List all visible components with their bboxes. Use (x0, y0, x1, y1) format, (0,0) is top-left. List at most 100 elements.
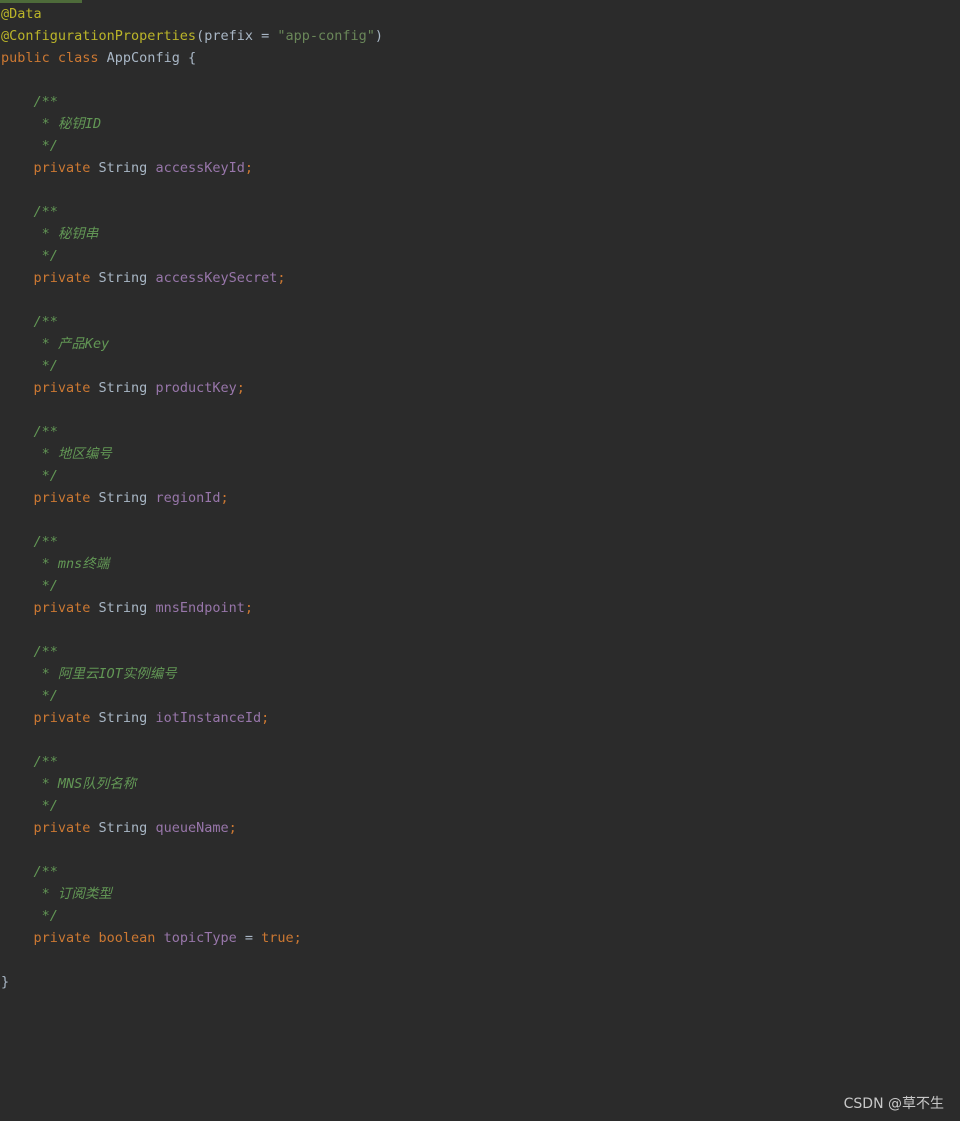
code-token-field: productKey (155, 380, 237, 396)
code-line[interactable]: */ (1, 575, 383, 597)
code-line[interactable]: */ (1, 245, 383, 267)
code-line[interactable]: * 秘钥串 (1, 223, 383, 245)
code-line[interactable] (1, 729, 383, 751)
code-line[interactable]: private boolean topicType = true; (1, 927, 383, 949)
code-token-semicolon: ; (244, 600, 253, 616)
code-line[interactable]: */ (1, 355, 383, 377)
code-line[interactable]: * 秘钥ID (1, 113, 383, 135)
code-line[interactable] (1, 619, 383, 641)
code-token-comment: */ (1, 138, 58, 154)
code-token-comment: */ (1, 248, 58, 264)
code-token-plain: = (236, 930, 262, 946)
code-line[interactable]: */ (1, 135, 383, 157)
code-token-field: mnsEndpoint (155, 600, 245, 616)
code-token-keyword: private (1, 160, 99, 176)
code-line[interactable] (1, 509, 383, 531)
code-line[interactable]: /** (1, 641, 383, 663)
code-token-comment: /** (1, 424, 58, 440)
code-token-plain: ) (374, 28, 384, 44)
code-line[interactable] (1, 949, 383, 971)
code-token-field: topicType (163, 930, 237, 946)
code-line[interactable] (1, 179, 383, 201)
code-line[interactable]: */ (1, 685, 383, 707)
code-line[interactable] (1, 289, 383, 311)
code-token-comment: * mns终端 (1, 556, 110, 572)
code-line[interactable]: } (1, 971, 383, 993)
code-token-comment: */ (1, 578, 58, 594)
code-line[interactable]: /** (1, 751, 383, 773)
watermark: CSDN @草不生 (843, 1096, 944, 1112)
code-token-keyword: private (1, 820, 99, 836)
code-line[interactable]: */ (1, 905, 383, 927)
code-token-keyword: true (261, 930, 294, 946)
code-token-comment: * 阿里云IOT实例编号 (1, 666, 177, 682)
code-line[interactable] (1, 69, 383, 91)
code-token-comment: * MNS队列名称 (1, 776, 137, 792)
code-line[interactable]: private String queueName; (1, 817, 383, 839)
code-line[interactable]: private String regionId; (1, 487, 383, 509)
code-token-comment: */ (1, 798, 58, 814)
code-token-comment: /** (1, 94, 58, 110)
code-token-keyword: private boolean (1, 930, 164, 946)
code-token-comment: */ (1, 468, 58, 484)
code-line[interactable]: */ (1, 465, 383, 487)
code-line[interactable]: /** (1, 311, 383, 333)
code-line[interactable]: public class AppConfig { (1, 47, 383, 69)
code-token-comment: * 订阅类型 (1, 886, 112, 902)
code-token-comment: /** (1, 314, 58, 330)
code-token-field: queueName (155, 820, 229, 836)
code-editor[interactable]: @Data @ConfigurationProperties(prefix = "… (0, 0, 960, 1121)
code-token-plain: String (98, 600, 156, 616)
code-token-plain: String (98, 490, 156, 506)
code-token-annotation: @ConfigurationProperties (1, 28, 197, 44)
code-line[interactable]: /** (1, 201, 383, 223)
code-line[interactable]: private String iotInstanceId; (1, 707, 383, 729)
code-line[interactable]: * 产品Key (1, 333, 383, 355)
code-token-keyword: private (1, 710, 99, 726)
code-token-plain: String (98, 710, 156, 726)
code-line[interactable]: /** (1, 421, 383, 443)
code-token-comment: /** (1, 534, 58, 550)
code-token-keyword: private (1, 380, 99, 396)
code-token-field: accessKeyId (155, 160, 245, 176)
code-line[interactable] (1, 399, 383, 421)
code-token-semicolon: ; (293, 930, 302, 946)
code-token-comment: * 产品Key (1, 336, 110, 352)
code-token-field: accessKeySecret (155, 270, 278, 286)
code-token-semicolon: ; (220, 490, 229, 506)
code-line[interactable]: /** (1, 531, 383, 553)
code-line[interactable]: * 订阅类型 (1, 883, 383, 905)
code-token-string: "app-config" (277, 28, 375, 44)
code-token-comment: * 地区编号 (1, 446, 112, 462)
code-line[interactable]: private String productKey; (1, 377, 383, 399)
code-token-keyword: private (1, 490, 99, 506)
code-token-plain: String (98, 380, 156, 396)
code-token-semicolon: ; (244, 160, 253, 176)
code-token-plain: } (1, 974, 10, 990)
code-line[interactable]: * MNS队列名称 (1, 773, 383, 795)
code-token-comment: /** (1, 204, 58, 220)
code-line[interactable]: /** (1, 91, 383, 113)
code-token-comment: /** (1, 754, 58, 770)
code-token-plain: String (98, 160, 156, 176)
code-token-keyword: private (1, 270, 99, 286)
code-area[interactable]: @Data @ConfigurationProperties(prefix = "… (1, 3, 383, 993)
code-token-plain: (prefix = (196, 28, 278, 44)
code-line[interactable]: private String mnsEndpoint; (1, 597, 383, 619)
code-token-field: iotInstanceId (155, 710, 262, 726)
code-line[interactable]: * mns终端 (1, 553, 383, 575)
code-token-comment: */ (1, 688, 58, 704)
code-line[interactable]: * 阿里云IOT实例编号 (1, 663, 383, 685)
code-line[interactable]: /** (1, 861, 383, 883)
code-token-comment: /** (1, 644, 58, 660)
code-line[interactable]: private String accessKeySecret; (1, 267, 383, 289)
code-line[interactable]: @Data (1, 3, 383, 25)
code-line[interactable]: */ (1, 795, 383, 817)
code-token-comment: */ (1, 358, 58, 374)
code-line[interactable]: * 地区编号 (1, 443, 383, 465)
code-line[interactable]: private String accessKeyId; (1, 157, 383, 179)
code-token-semicolon: ; (236, 380, 245, 396)
code-line[interactable] (1, 839, 383, 861)
code-line[interactable]: @ConfigurationProperties(prefix = "app-c… (1, 25, 383, 47)
code-token-plain: AppConfig { (106, 50, 197, 66)
